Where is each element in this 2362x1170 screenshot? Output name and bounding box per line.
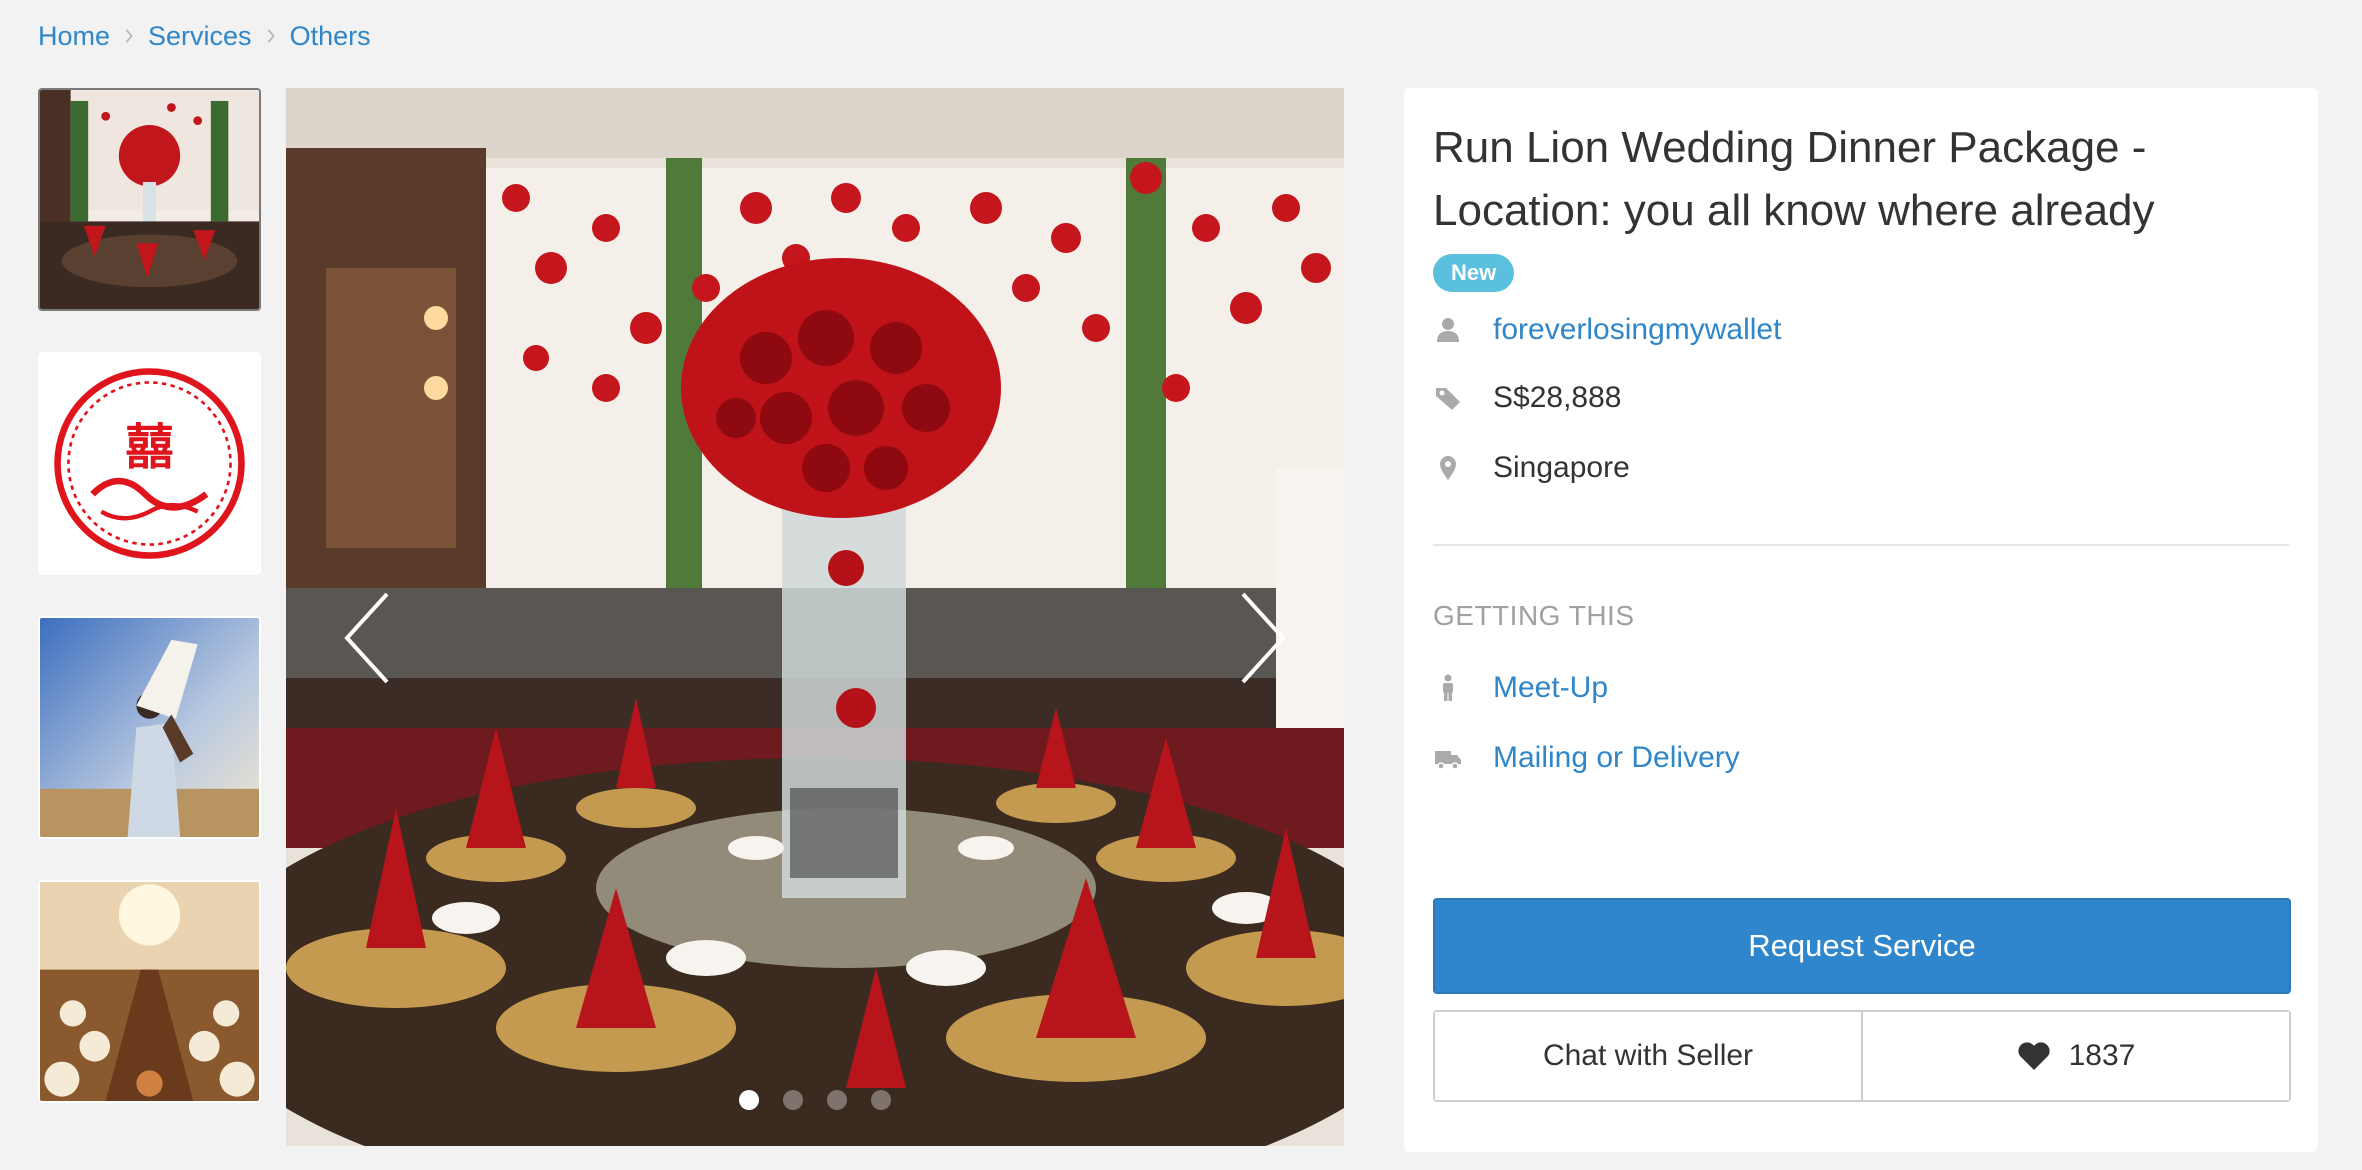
thumbnail-1[interactable]	[38, 88, 261, 311]
thumbnail-2[interactable]: 囍	[38, 352, 261, 575]
heart-icon	[2018, 1042, 2050, 1070]
thumbnail-strip: 囍	[38, 88, 261, 1144]
chevron-right-icon	[1241, 592, 1286, 684]
getting-this-label: GETTING THIS	[1433, 600, 1635, 631]
listing-title: Run Lion Wedding Dinner Package - Locati…	[1433, 123, 2155, 235]
mailing-delivery-link[interactable]: Mailing or Delivery	[1493, 741, 1740, 775]
listing-location: Singapore	[1493, 451, 1630, 484]
map-pin-icon	[1433, 453, 1463, 483]
chevron-right-icon	[252, 16, 290, 56]
listing-price: S$28,888	[1493, 381, 1622, 414]
breadcrumb: Home Services Others	[38, 16, 371, 56]
thumbnail-4[interactable]	[38, 880, 261, 1103]
like-count: 1837	[2068, 1039, 2136, 1072]
carousel-prev-button[interactable]	[326, 568, 406, 708]
new-badge: New	[1433, 254, 1515, 292]
carousel-next-button[interactable]	[1224, 568, 1304, 708]
secondary-actions: Chat with Seller 1837	[1433, 1010, 2291, 1102]
like-button[interactable]: 1837	[1861, 1012, 2289, 1100]
divider	[1433, 544, 2289, 546]
carousel-pagination	[286, 1090, 1344, 1110]
wedding-table-image	[286, 88, 1344, 1146]
seller-link[interactable]: foreverlosingmywallet	[1493, 313, 1781, 347]
carousel-dot-1[interactable]	[739, 1090, 759, 1110]
main-image-carousel[interactable]	[286, 88, 1344, 1146]
breadcrumb-services[interactable]: Services	[148, 21, 252, 52]
person-icon	[1433, 673, 1463, 703]
seller-row: foreverlosingmywallet	[1433, 310, 1781, 350]
delivery-option-meetup: Meet-Up	[1433, 668, 1608, 708]
delivery-option-mailing: Mailing or Delivery	[1433, 738, 1740, 778]
carousel-dot-2[interactable]	[783, 1090, 803, 1110]
truck-icon	[1433, 743, 1463, 773]
location-row: Singapore	[1433, 448, 1630, 488]
user-icon	[1433, 315, 1463, 345]
price-row: S$28,888	[1433, 378, 1621, 418]
chevron-right-icon	[110, 16, 148, 56]
request-service-button[interactable]: Request Service	[1433, 898, 2291, 994]
carousel-dot-3[interactable]	[827, 1090, 847, 1110]
breadcrumb-others[interactable]: Others	[290, 21, 371, 52]
thumbnail-3[interactable]	[38, 616, 261, 839]
chevron-left-icon	[344, 592, 389, 684]
meet-up-link[interactable]: Meet-Up	[1493, 671, 1608, 705]
carousel-dot-4[interactable]	[871, 1090, 891, 1110]
price-tag-icon	[1433, 383, 1463, 413]
breadcrumb-home[interactable]: Home	[38, 21, 110, 52]
listing-details-card: Run Lion Wedding Dinner Package - Locati…	[1404, 88, 2318, 1152]
chat-with-seller-label: Chat with Seller	[1542, 1039, 1754, 1072]
svg-text:囍: 囍	[125, 420, 173, 476]
chat-with-seller-button[interactable]: Chat with Seller	[1435, 1012, 1861, 1100]
